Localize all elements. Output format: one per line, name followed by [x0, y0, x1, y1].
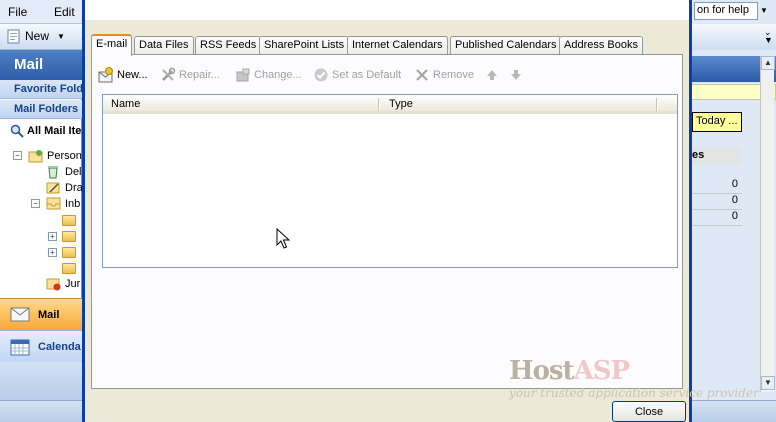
column-header-name[interactable]: Name [111, 98, 140, 110]
watermark-host: Host [509, 356, 575, 386]
mail-nav-label: Mail [38, 309, 60, 321]
watermark-tagline: your trusted application service provide… [509, 386, 759, 400]
change-button[interactable]: Change... [235, 67, 302, 83]
calendar-nav-label: Calenda [38, 341, 81, 353]
repair-button[interactable]: Repair... [160, 67, 220, 83]
folder-icon[interactable] [62, 215, 76, 226]
new-mail-button[interactable]: New ▼ [6, 28, 65, 44]
list-header: Name Type [103, 95, 677, 114]
hostasp-watermark: HostASP [509, 356, 630, 386]
remove-label: Remove [433, 69, 474, 81]
personal-folders-icon [28, 150, 43, 163]
scroll-up-icon[interactable]: ▲ [761, 56, 775, 70]
all-mail-items-link[interactable]: All Mail Ite [10, 124, 81, 138]
close-button[interactable]: Close [612, 401, 686, 422]
email-tab-panel: New... Repair... Change... Set as Defaul… [91, 54, 683, 389]
expand-collapse-icon[interactable]: − [13, 151, 22, 160]
dialog-description-area [85, 0, 689, 20]
expand-icon[interactable]: + [48, 232, 57, 241]
menu-edit[interactable]: Edit [54, 5, 75, 19]
repair-label: Repair... [179, 69, 220, 81]
tab-address-books[interactable]: Address Books [559, 36, 643, 55]
mail-folders-header[interactable]: Mail Folders [0, 100, 82, 119]
new-account-button[interactable]: New... [98, 67, 148, 83]
checkmark-icon [314, 68, 328, 82]
account-settings-dialog: E-mail Data Files RSS Feeds SharePoint L… [82, 0, 759, 422]
mail-nav-button[interactable]: Mail [0, 298, 82, 330]
result-count: 0 [690, 178, 742, 194]
tree-item-drafts[interactable]: Dra [65, 182, 83, 194]
deleted-items-icon [48, 166, 58, 179]
help-dropdown-icon[interactable]: ▼ [760, 2, 772, 20]
folder-icon[interactable] [62, 247, 76, 258]
move-up-button[interactable] [484, 67, 500, 83]
set-default-button[interactable]: Set as Default [313, 67, 401, 83]
tab-sharepoint-lists[interactable]: SharePoint Lists [259, 36, 350, 55]
search-icon [10, 124, 24, 138]
navigation-pane: Mail Favorite Fold Mail Folders All Mail… [0, 50, 83, 400]
account-action-bar: New... Repair... Change... Set as Defaul… [98, 65, 674, 87]
remove-x-icon [416, 69, 428, 81]
column-header-type[interactable]: Type [389, 98, 413, 110]
tree-item-deleted[interactable]: Del [65, 166, 82, 178]
help-search-input[interactable]: on for help [694, 2, 758, 20]
menu-file[interactable]: File [8, 5, 27, 19]
column-divider[interactable] [378, 98, 380, 111]
today-button[interactable]: Today ... [692, 112, 742, 132]
results-header: es [690, 148, 740, 164]
nav-pane-title: Mail [0, 50, 82, 80]
calendar-nav-button[interactable]: Calenda [0, 330, 82, 362]
tab-rss-feeds[interactable]: RSS Feeds [195, 36, 262, 55]
column-divider[interactable] [656, 98, 658, 111]
new-message-icon [7, 29, 20, 44]
tree-item-junk[interactable]: Jur [65, 278, 80, 290]
email-accounts-list[interactable]: Name Type [102, 94, 678, 268]
new-account-icon [98, 67, 113, 83]
tree-item-personal-folders[interactable]: Person [47, 150, 82, 162]
inbox-icon [46, 197, 61, 210]
favorite-folders-header[interactable]: Favorite Fold [0, 80, 82, 99]
nav-pane-bottom [0, 362, 82, 400]
new-dropdown-icon[interactable]: ▼ [57, 32, 65, 41]
vertical-scrollbar[interactable]: ▲ ▼ [760, 56, 775, 392]
tab-email[interactable]: E-mail [91, 34, 133, 56]
set-default-label: Set as Default [332, 69, 402, 81]
new-button-label: New [25, 29, 50, 43]
toolbar-overflow-icon[interactable]: ⌄ ▼ [764, 28, 773, 45]
outlook-menubar: File Edit [0, 0, 82, 24]
mail-envelope-icon [10, 307, 30, 322]
folder-icon[interactable] [62, 263, 76, 274]
tab-data-files[interactable]: Data Files [134, 36, 194, 55]
watermark-asp: ASP [573, 356, 630, 386]
result-count: 0 [690, 194, 742, 210]
arrow-up-icon [487, 70, 497, 80]
expand-icon[interactable]: + [48, 248, 57, 257]
move-down-button[interactable] [508, 67, 524, 83]
scroll-down-icon[interactable]: ▼ [761, 376, 775, 390]
change-icon [236, 68, 250, 82]
settings-tab-strip: E-mail Data Files RSS Feeds SharePoint L… [91, 34, 683, 56]
mouse-cursor-icon [276, 228, 290, 249]
tab-published-calendars[interactable]: Published Calendars [450, 36, 562, 55]
repair-tools-icon [162, 67, 176, 81]
new-account-label: New... [117, 69, 148, 81]
tab-internet-calendars[interactable]: Internet Calendars [347, 36, 448, 55]
folder-icon[interactable] [62, 231, 76, 242]
inbox-collapse-icon[interactable]: − [31, 199, 40, 208]
tree-item-inbox[interactable]: Inb [65, 198, 80, 210]
change-label: Change... [254, 69, 302, 81]
remove-button[interactable]: Remove [414, 67, 474, 83]
arrow-down-icon [511, 70, 521, 80]
outlook-toolbar: New ▼ [0, 24, 82, 50]
right-toolbar: ⌄ ▼ [690, 24, 776, 50]
outlook-right-area: on for help ▼ ⌄ ▼ Today ... es 0 0 0 ▲ ▼ [690, 0, 776, 400]
result-count: 0 [690, 210, 742, 226]
drafts-icon [46, 182, 60, 194]
all-mail-items-label: All Mail Ite [27, 125, 82, 137]
calendar-icon [10, 339, 30, 356]
junk-folder-icon [46, 278, 61, 291]
